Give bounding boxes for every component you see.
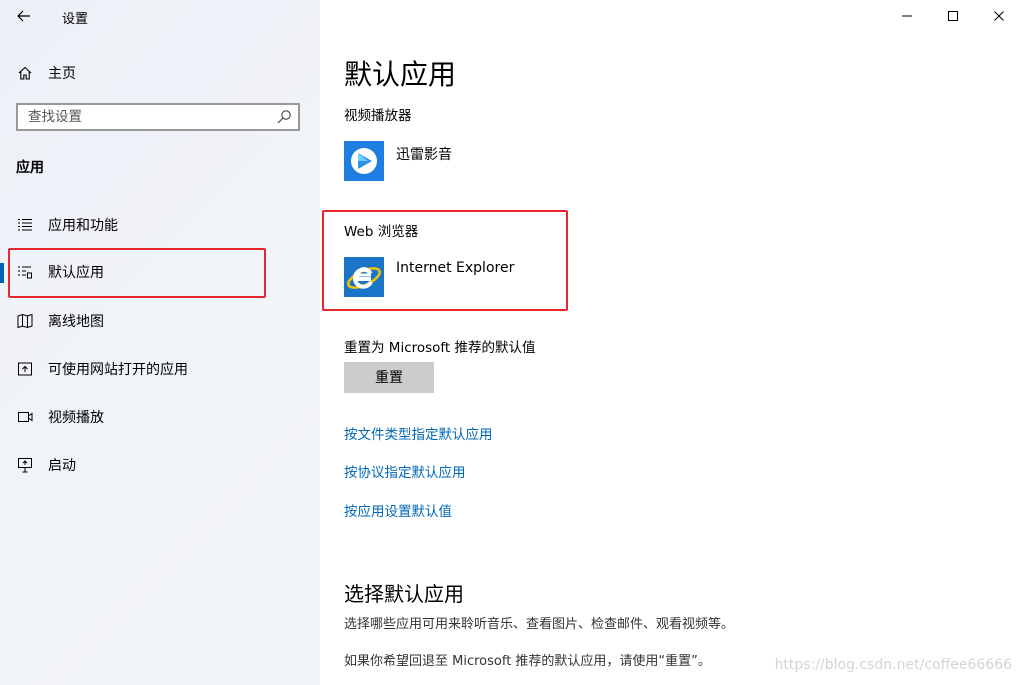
main-content: 默认应用 视频播放器 迅雷影音 Web 浏览器 Internet Explore… bbox=[320, 0, 1022, 685]
offline-maps-icon bbox=[16, 312, 34, 330]
reset-button[interactable]: 重置 bbox=[344, 362, 434, 393]
home-label: 主页 bbox=[48, 66, 76, 82]
reset-hint-text: 如果你希望回退至 Microsoft 推荐的默认应用，请使用“重置”。 bbox=[344, 654, 711, 669]
sidebar-item-label: 应用和功能 bbox=[48, 218, 118, 234]
sidebar-item-apps-for-websites[interactable]: 可使用网站打开的应用 bbox=[0, 349, 320, 389]
sidebar-item-label: 离线地图 bbox=[48, 314, 104, 330]
selection-indicator bbox=[0, 263, 4, 283]
link-by-app[interactable]: 按应用设置默认值 bbox=[344, 500, 452, 520]
minimize-icon bbox=[902, 15, 912, 17]
video-playback-icon bbox=[16, 408, 34, 426]
web-browser-app[interactable]: Internet Explorer bbox=[344, 257, 514, 301]
sidebar-item-default-apps[interactable]: 默认应用 bbox=[0, 252, 320, 292]
app-title: 设置 bbox=[62, 12, 89, 27]
sidebar-item-label: 视频播放 bbox=[48, 410, 104, 426]
web-browser-app-name: Internet Explorer bbox=[396, 260, 515, 276]
sidebar-section-title: 应用 bbox=[16, 160, 44, 176]
minimize-button[interactable] bbox=[884, 0, 930, 32]
sidebar-item-label: 默认应用 bbox=[48, 265, 104, 281]
sidebar-item-home[interactable]: 主页 bbox=[0, 58, 320, 88]
home-icon bbox=[16, 64, 34, 82]
watermark: https://blog.csdn.net/coffee66666 bbox=[774, 657, 1012, 673]
web-browser-heading: Web 浏览器 bbox=[344, 224, 419, 240]
sidebar-item-label: 可使用网站打开的应用 bbox=[48, 362, 188, 378]
startup-icon bbox=[16, 456, 34, 474]
back-button[interactable] bbox=[10, 4, 38, 28]
link-by-file-type[interactable]: 按文件类型指定默认应用 bbox=[344, 423, 493, 443]
default-apps-icon bbox=[16, 263, 34, 281]
internet-explorer-icon bbox=[344, 257, 384, 297]
sidebar-item-apps-features[interactable]: 应用和功能 bbox=[0, 205, 320, 245]
search-icon[interactable] bbox=[276, 109, 292, 125]
reset-description: 重置为 Microsoft 推荐的默认值 bbox=[344, 340, 536, 356]
video-player-heading: 视频播放器 bbox=[344, 108, 412, 124]
video-player-app-name: 迅雷影音 bbox=[396, 147, 452, 163]
close-icon bbox=[994, 11, 1004, 21]
maximize-icon bbox=[948, 11, 958, 21]
back-arrow-icon bbox=[17, 10, 30, 22]
search-input[interactable] bbox=[18, 105, 278, 129]
apps-features-icon bbox=[16, 216, 34, 234]
xunlei-player-icon bbox=[344, 141, 384, 181]
close-button[interactable] bbox=[976, 0, 1022, 32]
sidebar: 设置 主页 应用 应用和功能 默认应 bbox=[0, 0, 320, 685]
page-title: 默认应用 bbox=[344, 58, 457, 91]
link-by-protocol[interactable]: 按协议指定默认应用 bbox=[344, 461, 466, 481]
choose-default-apps-heading: 选择默认应用 bbox=[344, 582, 464, 606]
sidebar-item-startup[interactable]: 启动 bbox=[0, 445, 320, 485]
sidebar-item-offline-maps[interactable]: 离线地图 bbox=[0, 301, 320, 341]
sidebar-item-video-playback[interactable]: 视频播放 bbox=[0, 397, 320, 437]
apps-for-websites-icon bbox=[16, 360, 34, 378]
video-player-app[interactable]: 迅雷影音 bbox=[344, 141, 452, 185]
search-box[interactable] bbox=[16, 103, 300, 131]
choose-default-apps-text: 选择哪些应用可用来聆听音乐、查看图片、检查邮件、观看视频等。 bbox=[344, 617, 735, 632]
sidebar-item-label: 启动 bbox=[48, 458, 76, 474]
maximize-button[interactable] bbox=[930, 0, 976, 32]
